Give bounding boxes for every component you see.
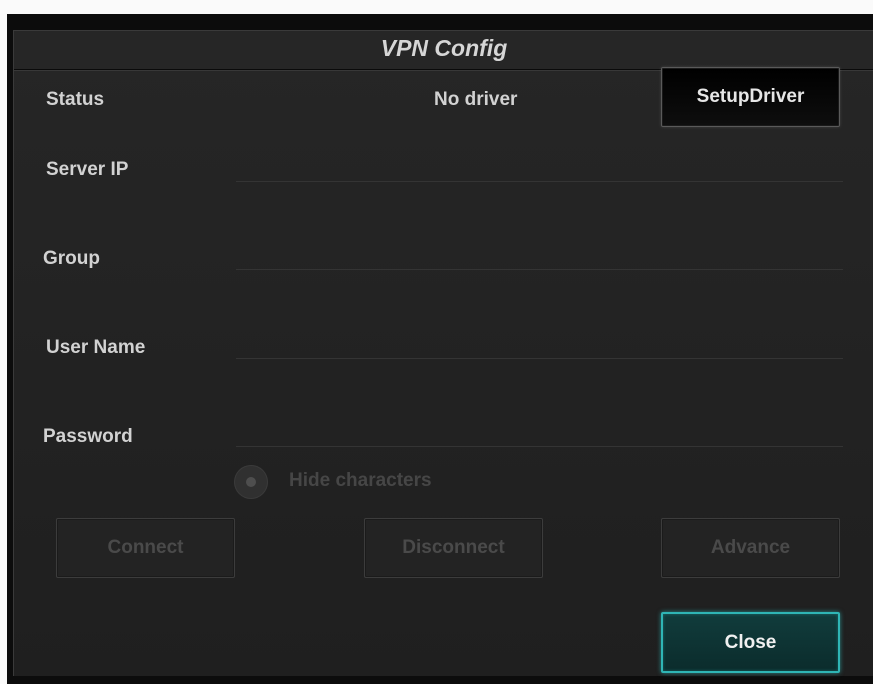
radio-dot-icon (246, 477, 256, 487)
user-name-field[interactable] (236, 358, 843, 359)
dialog-title-bar: VPN Config (14, 31, 873, 70)
user-name-label: User Name (46, 337, 146, 358)
disconnect-button[interactable]: Disconnect (364, 518, 543, 578)
hide-characters-label: Hide characters (289, 470, 432, 491)
password-label: Password (43, 426, 133, 447)
setup-driver-button[interactable]: SetupDriver (661, 67, 840, 127)
group-field[interactable] (236, 269, 843, 270)
status-value: No driver (434, 89, 518, 110)
server-ip-label: Server IP (46, 159, 129, 180)
hide-characters-radio[interactable] (234, 465, 268, 499)
group-label: Group (43, 248, 100, 269)
connect-button[interactable]: Connect (56, 518, 235, 578)
dialog-title: VPN Config (380, 35, 508, 61)
advance-button[interactable]: Advance (661, 518, 840, 578)
password-field[interactable] (236, 446, 843, 447)
status-label: Status (46, 89, 105, 110)
server-ip-field[interactable] (236, 181, 843, 182)
vpn-config-dialog: VPN Config Status No driver SetupDriver … (13, 30, 873, 676)
close-button[interactable]: Close (661, 612, 840, 673)
